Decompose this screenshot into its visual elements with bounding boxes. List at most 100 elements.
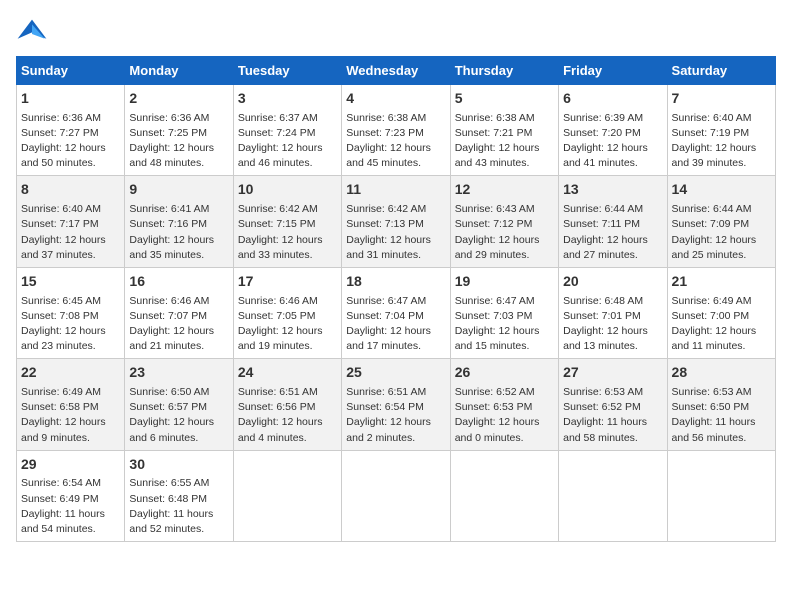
weekday-header-monday: Monday [125,57,233,85]
calendar-table: SundayMondayTuesdayWednesdayThursdayFrid… [16,56,776,542]
logo [16,16,52,44]
day-number: 23 [129,363,228,383]
day-number: 11 [346,180,445,200]
calendar-cell: 12Sunrise: 6:43 AMSunset: 7:12 PMDayligh… [450,176,558,267]
day-number: 9 [129,180,228,200]
day-info: Sunrise: 6:38 AMSunset: 7:23 PMDaylight:… [346,111,445,172]
day-info: Sunrise: 6:53 AMSunset: 6:50 PMDaylight:… [672,385,771,446]
calendar-week-row: 8Sunrise: 6:40 AMSunset: 7:17 PMDaylight… [17,176,776,267]
calendar-cell: 20Sunrise: 6:48 AMSunset: 7:01 PMDayligh… [559,267,667,358]
day-info: Sunrise: 6:44 AMSunset: 7:09 PMDaylight:… [672,202,771,263]
calendar-cell: 17Sunrise: 6:46 AMSunset: 7:05 PMDayligh… [233,267,341,358]
day-number: 16 [129,272,228,292]
day-number: 20 [563,272,662,292]
calendar-cell: 28Sunrise: 6:53 AMSunset: 6:50 PMDayligh… [667,359,775,450]
calendar-cell [667,450,775,541]
calendar-cell: 7Sunrise: 6:40 AMSunset: 7:19 PMDaylight… [667,85,775,176]
calendar-cell: 22Sunrise: 6:49 AMSunset: 6:58 PMDayligh… [17,359,125,450]
day-number: 19 [455,272,554,292]
calendar-week-row: 29Sunrise: 6:54 AMSunset: 6:49 PMDayligh… [17,450,776,541]
day-info: Sunrise: 6:38 AMSunset: 7:21 PMDaylight:… [455,111,554,172]
day-info: Sunrise: 6:44 AMSunset: 7:11 PMDaylight:… [563,202,662,263]
calendar-cell [450,450,558,541]
weekday-header-sunday: Sunday [17,57,125,85]
calendar-cell: 6Sunrise: 6:39 AMSunset: 7:20 PMDaylight… [559,85,667,176]
day-number: 29 [21,455,120,475]
calendar-cell: 19Sunrise: 6:47 AMSunset: 7:03 PMDayligh… [450,267,558,358]
day-info: Sunrise: 6:40 AMSunset: 7:19 PMDaylight:… [672,111,771,172]
weekday-header-thursday: Thursday [450,57,558,85]
weekday-header-friday: Friday [559,57,667,85]
calendar-cell: 18Sunrise: 6:47 AMSunset: 7:04 PMDayligh… [342,267,450,358]
calendar-cell: 24Sunrise: 6:51 AMSunset: 6:56 PMDayligh… [233,359,341,450]
calendar-cell: 1Sunrise: 6:36 AMSunset: 7:27 PMDaylight… [17,85,125,176]
calendar-cell: 11Sunrise: 6:42 AMSunset: 7:13 PMDayligh… [342,176,450,267]
day-number: 14 [672,180,771,200]
day-number: 8 [21,180,120,200]
day-number: 6 [563,89,662,109]
day-info: Sunrise: 6:41 AMSunset: 7:16 PMDaylight:… [129,202,228,263]
calendar-cell: 30Sunrise: 6:55 AMSunset: 6:48 PMDayligh… [125,450,233,541]
calendar-cell [342,450,450,541]
day-number: 22 [21,363,120,383]
weekday-header-wednesday: Wednesday [342,57,450,85]
calendar-week-row: 1Sunrise: 6:36 AMSunset: 7:27 PMDaylight… [17,85,776,176]
weekday-header-tuesday: Tuesday [233,57,341,85]
day-info: Sunrise: 6:39 AMSunset: 7:20 PMDaylight:… [563,111,662,172]
calendar-cell: 8Sunrise: 6:40 AMSunset: 7:17 PMDaylight… [17,176,125,267]
day-info: Sunrise: 6:54 AMSunset: 6:49 PMDaylight:… [21,476,120,537]
day-info: Sunrise: 6:46 AMSunset: 7:05 PMDaylight:… [238,294,337,355]
day-info: Sunrise: 6:36 AMSunset: 7:25 PMDaylight:… [129,111,228,172]
page-header [16,16,776,44]
day-info: Sunrise: 6:52 AMSunset: 6:53 PMDaylight:… [455,385,554,446]
calendar-cell: 16Sunrise: 6:46 AMSunset: 7:07 PMDayligh… [125,267,233,358]
calendar-cell [233,450,341,541]
day-number: 24 [238,363,337,383]
day-info: Sunrise: 6:42 AMSunset: 7:13 PMDaylight:… [346,202,445,263]
day-info: Sunrise: 6:42 AMSunset: 7:15 PMDaylight:… [238,202,337,263]
day-info: Sunrise: 6:37 AMSunset: 7:24 PMDaylight:… [238,111,337,172]
day-info: Sunrise: 6:51 AMSunset: 6:56 PMDaylight:… [238,385,337,446]
day-info: Sunrise: 6:40 AMSunset: 7:17 PMDaylight:… [21,202,120,263]
day-number: 12 [455,180,554,200]
day-info: Sunrise: 6:47 AMSunset: 7:03 PMDaylight:… [455,294,554,355]
day-number: 21 [672,272,771,292]
calendar-cell: 23Sunrise: 6:50 AMSunset: 6:57 PMDayligh… [125,359,233,450]
day-number: 13 [563,180,662,200]
calendar-cell: 4Sunrise: 6:38 AMSunset: 7:23 PMDaylight… [342,85,450,176]
day-info: Sunrise: 6:53 AMSunset: 6:52 PMDaylight:… [563,385,662,446]
calendar-week-row: 22Sunrise: 6:49 AMSunset: 6:58 PMDayligh… [17,359,776,450]
day-number: 10 [238,180,337,200]
day-number: 1 [21,89,120,109]
day-number: 5 [455,89,554,109]
calendar-cell [559,450,667,541]
day-number: 4 [346,89,445,109]
day-number: 2 [129,89,228,109]
calendar-cell: 2Sunrise: 6:36 AMSunset: 7:25 PMDaylight… [125,85,233,176]
calendar-cell: 5Sunrise: 6:38 AMSunset: 7:21 PMDaylight… [450,85,558,176]
day-info: Sunrise: 6:51 AMSunset: 6:54 PMDaylight:… [346,385,445,446]
day-number: 3 [238,89,337,109]
calendar-cell: 29Sunrise: 6:54 AMSunset: 6:49 PMDayligh… [17,450,125,541]
day-info: Sunrise: 6:46 AMSunset: 7:07 PMDaylight:… [129,294,228,355]
weekday-header-saturday: Saturday [667,57,775,85]
calendar-cell: 13Sunrise: 6:44 AMSunset: 7:11 PMDayligh… [559,176,667,267]
day-info: Sunrise: 6:49 AMSunset: 7:00 PMDaylight:… [672,294,771,355]
day-number: 28 [672,363,771,383]
day-info: Sunrise: 6:43 AMSunset: 7:12 PMDaylight:… [455,202,554,263]
calendar-cell: 9Sunrise: 6:41 AMSunset: 7:16 PMDaylight… [125,176,233,267]
day-info: Sunrise: 6:45 AMSunset: 7:08 PMDaylight:… [21,294,120,355]
day-info: Sunrise: 6:50 AMSunset: 6:57 PMDaylight:… [129,385,228,446]
calendar-cell: 25Sunrise: 6:51 AMSunset: 6:54 PMDayligh… [342,359,450,450]
day-number: 26 [455,363,554,383]
logo-icon [16,16,48,44]
day-number: 7 [672,89,771,109]
day-number: 30 [129,455,228,475]
calendar-cell: 26Sunrise: 6:52 AMSunset: 6:53 PMDayligh… [450,359,558,450]
day-number: 18 [346,272,445,292]
calendar-cell: 10Sunrise: 6:42 AMSunset: 7:15 PMDayligh… [233,176,341,267]
weekday-header-row: SundayMondayTuesdayWednesdayThursdayFrid… [17,57,776,85]
day-number: 27 [563,363,662,383]
calendar-cell: 15Sunrise: 6:45 AMSunset: 7:08 PMDayligh… [17,267,125,358]
calendar-cell: 14Sunrise: 6:44 AMSunset: 7:09 PMDayligh… [667,176,775,267]
